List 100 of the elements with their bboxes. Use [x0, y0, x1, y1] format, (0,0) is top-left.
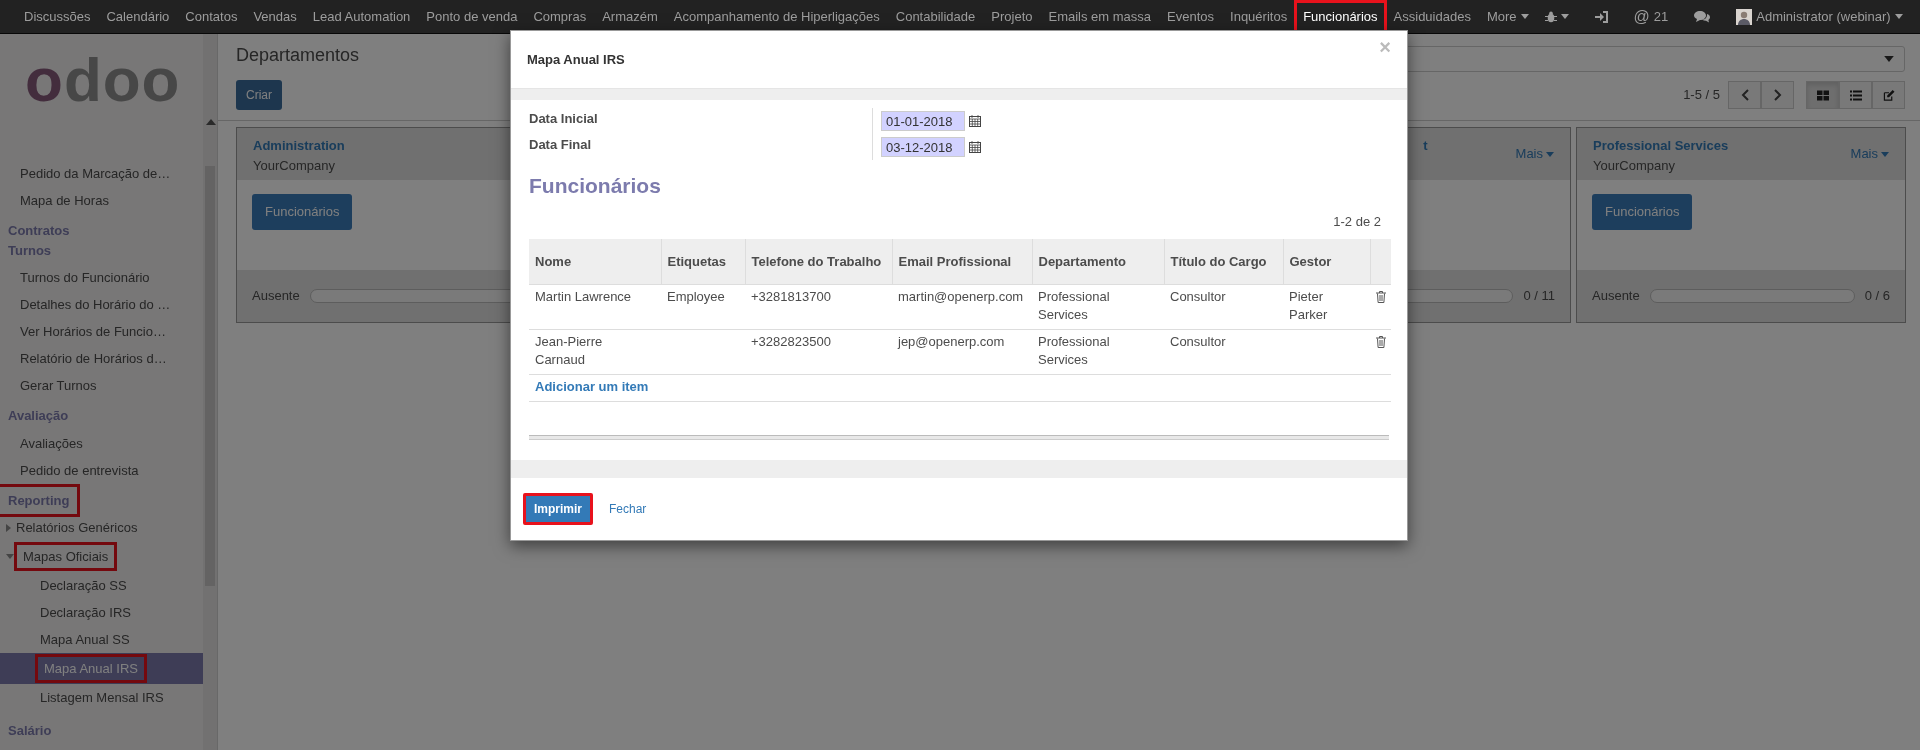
table-cell: Professional Services	[1038, 288, 1110, 322]
caret-down-icon	[6, 554, 14, 559]
user-menu[interactable]: Administrator (webinar)	[1730, 2, 1909, 31]
menu-item[interactable]: Declaração SS	[0, 572, 203, 599]
app-menu-item[interactable]: Calendário	[100, 2, 176, 31]
next-button[interactable]	[1761, 81, 1794, 109]
menu-item[interactable]: Ver Horários de Funcio…	[0, 318, 203, 345]
chevron-left-icon	[1740, 89, 1749, 101]
table-cell: +3282823500	[751, 333, 831, 349]
caret-icon	[1546, 151, 1554, 157]
app-menu-item[interactable]: Emails em massa	[1042, 2, 1158, 31]
absence-count: 0 / 6	[1864, 287, 1890, 306]
menu-item[interactable]: Declaração IRS	[0, 599, 203, 626]
column-header[interactable]: Email Profissional	[892, 239, 1032, 284]
calendar-icon	[969, 141, 981, 153]
menu-item[interactable]: Relatório de Horários d…	[0, 345, 203, 372]
menu-item[interactable]: Gerar Turnos	[0, 372, 203, 399]
app-menu-item[interactable]: Compras	[527, 2, 593, 31]
more-dropdown[interactable]: Mais	[1850, 144, 1889, 164]
app-menu-item[interactable]: Lead Automation	[306, 2, 417, 31]
menu-item[interactable]: Mapa de Horas	[0, 187, 203, 214]
table-cell: Consultor	[1170, 288, 1226, 304]
company-name: YourCompany	[253, 156, 336, 175]
menu-item[interactable]: Mapa Anual SS	[0, 626, 203, 653]
table-cell: Consultor	[1170, 333, 1226, 349]
app-menu-item[interactable]: Contatos	[179, 2, 244, 31]
menu-item[interactable]: Mapa Anual IRS	[0, 653, 203, 684]
column-header[interactable]: Telefone do Trabalho	[745, 239, 892, 284]
sign-in-icon	[1594, 10, 1608, 23]
app-menu-item[interactable]: Eventos	[1161, 2, 1221, 31]
app-menu-item[interactable]: Ponto de venda	[420, 2, 524, 31]
column-header[interactable]: Departamento	[1032, 239, 1164, 284]
absence-count: 0 / 11	[1523, 287, 1555, 306]
at-sign-icon: @	[1633, 4, 1650, 29]
more-dropdown[interactable]: Mais	[1515, 144, 1554, 164]
create-button[interactable]: Criar	[236, 80, 282, 110]
calendar-icon	[969, 115, 981, 127]
kanban-view-button[interactable]	[1806, 81, 1839, 109]
app-menu-item[interactable]: Armazém	[596, 2, 664, 31]
app-menu-item[interactable]: Assiduidades	[1387, 2, 1477, 31]
table-cell: +3281813700	[751, 288, 831, 304]
date-field[interactable]: 03-12-2018	[881, 137, 965, 157]
menu-item[interactable]: Turnos do Funcionário	[0, 264, 203, 291]
menu-item[interactable]: Avaliações	[0, 429, 203, 457]
app-menu-item[interactable]: Discussões	[18, 2, 97, 31]
column-header[interactable]: Título do Cargo	[1164, 239, 1283, 284]
table-cell: Pieter Parker	[1289, 288, 1328, 322]
employees-button[interactable]: Funcionários	[252, 194, 353, 230]
app-menu-item[interactable]: Vendas	[247, 2, 303, 31]
menu-item[interactable]: Relatórios Genéricos	[0, 514, 203, 541]
table-cell: Martin Lawrence	[535, 288, 632, 304]
avatar-icon	[1736, 8, 1753, 25]
menu-item[interactable]: Mapas Oficiais	[0, 541, 203, 572]
caret-icon	[1560, 14, 1569, 19]
close-link[interactable]: Fechar	[599, 495, 657, 523]
app-menu-item[interactable]: Acompanhamento de Hiperligações	[667, 2, 886, 31]
app-menu-item[interactable]: Funcionários	[1297, 2, 1384, 31]
menu-item[interactable]: Listagem Mensal IRS	[0, 684, 203, 711]
table-cell: Employee	[667, 288, 725, 304]
absence-label: Ausente	[252, 287, 300, 306]
app-menu-item[interactable]: Projeto	[985, 2, 1039, 31]
caret-icon	[1894, 14, 1903, 19]
chat-icon	[1694, 10, 1711, 23]
menu-section-header[interactable]: Avaliação	[0, 402, 77, 430]
table-cell: martin@openerp.com	[898, 288, 1024, 304]
field-label: Data Final	[529, 136, 593, 154]
menu-item[interactable]: Pedido de entrevista	[0, 456, 203, 484]
employees-button[interactable]: Funcionários	[1592, 194, 1693, 230]
print-button[interactable]: Imprimir	[523, 493, 593, 525]
pager-text: 1-2 de 2	[1332, 212, 1382, 231]
form-view-button[interactable]	[1872, 81, 1905, 109]
dialog-title: Mapa Anual IRS	[527, 50, 625, 69]
message-count: 21	[1653, 7, 1669, 26]
menu-item[interactable]: Detalhes do Horário do …	[0, 291, 203, 318]
list-view-button[interactable]	[1839, 81, 1872, 109]
app-menu-item[interactable]: Inquéritos	[1224, 2, 1294, 31]
field-label: Data Inicial	[529, 110, 599, 128]
menu-section-header[interactable]: Salário	[0, 717, 60, 745]
more-menu[interactable]: More	[1480, 2, 1535, 31]
add-item-link[interactable]: Adicionar um item	[535, 378, 649, 394]
edit-icon	[1882, 89, 1895, 101]
company-name: YourCompany	[1593, 156, 1676, 175]
caret-icon	[1520, 14, 1529, 19]
messages-button[interactable]: @ 21	[1627, 0, 1675, 33]
absence-label: Ausente	[1592, 287, 1640, 306]
user-name: Administrator (webinar)	[1756, 7, 1891, 26]
list-icon	[1849, 89, 1862, 101]
previous-button[interactable]	[1728, 81, 1761, 109]
app-menu-item[interactable]: Contabilidade	[889, 2, 982, 31]
menu-section-header[interactable]: Reporting	[0, 486, 78, 514]
pager-text: 1-5 / 5	[1683, 86, 1720, 105]
caret-right-icon	[6, 523, 11, 532]
column-header[interactable]: Gestor	[1283, 239, 1370, 284]
odoo-logo: odoo	[24, 44, 182, 116]
date-field[interactable]: 01-01-2018	[881, 111, 965, 131]
table-cell: Jean-Pierre Carnaud	[535, 333, 603, 367]
column-header[interactable]: Etiquetas	[661, 239, 745, 284]
column-header[interactable]: Nome	[529, 239, 661, 284]
bug-icon	[1544, 10, 1557, 23]
menu-item[interactable]: Pedido da Marcação de…	[0, 160, 203, 187]
